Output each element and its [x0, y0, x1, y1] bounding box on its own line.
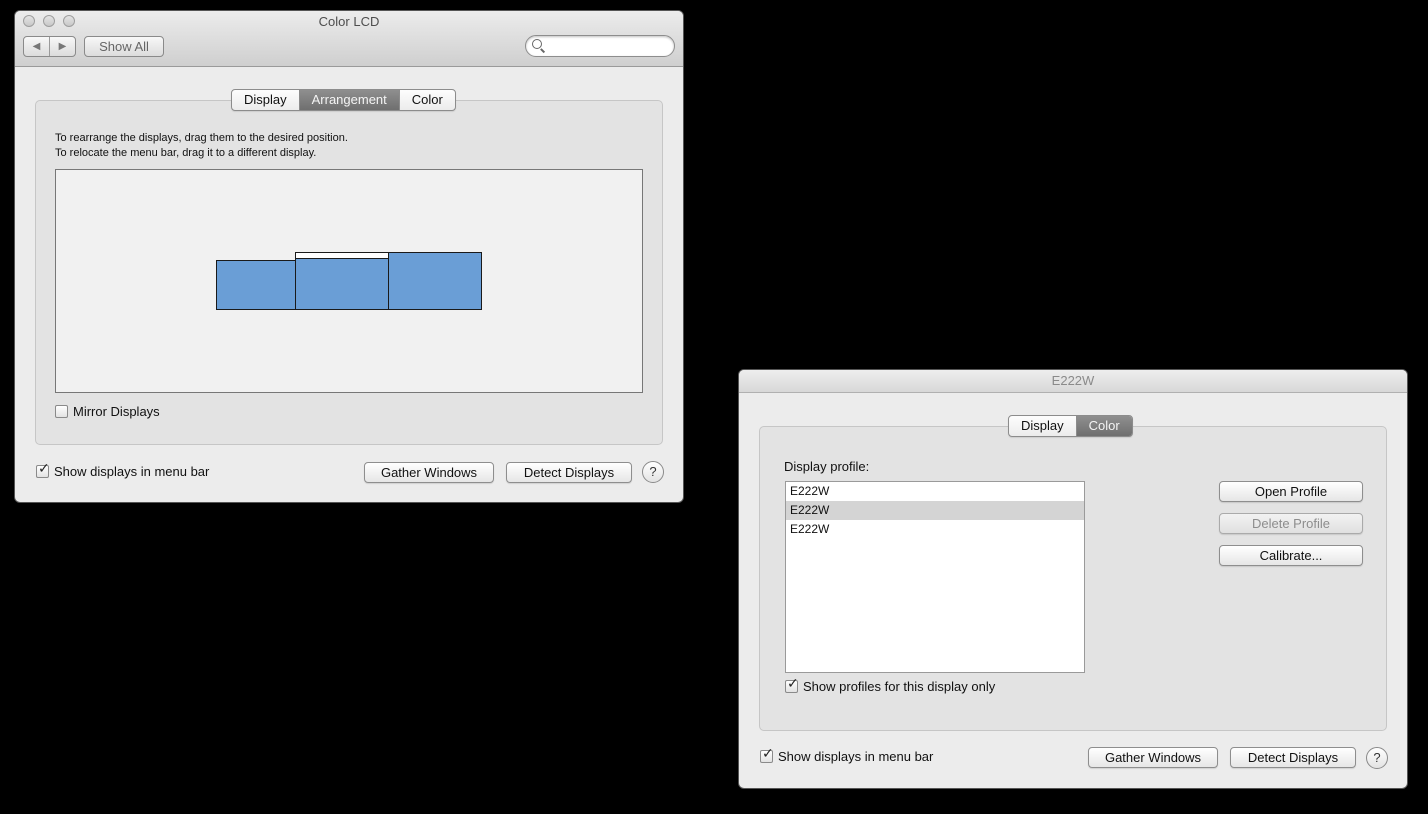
show-in-menu-bar-option[interactable]: Show displays in menu bar	[760, 746, 934, 764]
menu-bar-handle[interactable]	[296, 253, 388, 259]
show-in-menu-bar-checkbox[interactable]	[760, 746, 774, 763]
calibrate-button[interactable]: Calibrate...	[1219, 545, 1363, 566]
show-in-menu-bar-label: Show displays in menu bar	[54, 464, 210, 479]
titlebar[interactable]: E222W	[739, 370, 1407, 393]
titlebar[interactable]: Color LCD ◀ ▶ Show All	[15, 11, 683, 67]
display-arrangement-area	[55, 169, 643, 393]
profile-list[interactable]: E222W E222W E222W	[785, 481, 1085, 673]
color-lcd-window: Color LCD ◀ ▶ Show All Display Arrangeme…	[15, 11, 683, 502]
show-profiles-only-checkbox[interactable]	[785, 676, 799, 693]
tab-display[interactable]: Display	[1009, 416, 1076, 436]
close-window-button[interactable]	[23, 15, 35, 27]
window-title: E222W	[1051, 373, 1095, 388]
mirror-displays-label: Mirror Displays	[73, 404, 160, 419]
forward-arrow-icon[interactable]: ▶	[49, 37, 75, 56]
delete-profile-button[interactable]: Delete Profile	[1219, 513, 1363, 534]
back-arrow-icon[interactable]: ◀	[24, 37, 49, 56]
tab-color[interactable]: Color	[398, 90, 455, 110]
list-item[interactable]: E222W	[786, 520, 1084, 539]
list-item[interactable]: E222W	[786, 501, 1084, 520]
display-left[interactable]	[216, 260, 296, 310]
window-title: Color LCD	[318, 14, 380, 29]
show-all-button[interactable]: Show All	[84, 36, 164, 57]
window-controls	[23, 15, 75, 27]
display-main-with-menubar[interactable]	[295, 252, 389, 310]
tab-bar: Display Color	[1008, 415, 1133, 437]
display-right[interactable]	[388, 252, 482, 310]
show-in-menu-bar-option[interactable]: Show displays in menu bar	[36, 461, 210, 479]
show-profiles-only-label: Show profiles for this display only	[803, 679, 996, 694]
detect-displays-button[interactable]: Detect Displays	[506, 462, 632, 483]
arrangement-instructions: To rearrange the displays, drag them to …	[55, 131, 348, 161]
help-button[interactable]: ?	[1366, 747, 1388, 769]
back-forward-control: ◀ ▶	[23, 36, 76, 57]
help-button[interactable]: ?	[642, 461, 664, 483]
instruction-line: To relocate the menu bar, drag it to a d…	[55, 147, 317, 159]
tab-color[interactable]: Color	[1075, 416, 1132, 436]
detect-displays-button[interactable]: Detect Displays	[1230, 747, 1356, 768]
e222w-window: E222W Display Color Display profile: E22…	[739, 370, 1407, 788]
minimize-window-button[interactable]	[43, 15, 55, 27]
open-profile-button[interactable]: Open Profile	[1219, 481, 1363, 502]
search-field[interactable]	[525, 35, 675, 57]
show-profiles-only-option[interactable]: Show profiles for this display only	[785, 676, 996, 694]
instruction-line: To rearrange the displays, drag them to …	[55, 132, 348, 144]
mirror-displays-option[interactable]: Mirror Displays	[55, 404, 160, 419]
search-input[interactable]	[546, 38, 668, 54]
show-in-menu-bar-label: Show displays in menu bar	[778, 749, 934, 764]
tab-bar: Display Arrangement Color	[231, 89, 456, 111]
tab-arrangement[interactable]: Arrangement	[298, 90, 399, 110]
zoom-window-button[interactable]	[63, 15, 75, 27]
gather-windows-button[interactable]: Gather Windows	[364, 462, 494, 483]
gather-windows-button[interactable]: Gather Windows	[1088, 747, 1218, 768]
tab-display[interactable]: Display	[232, 90, 299, 110]
list-item[interactable]: E222W	[786, 482, 1084, 501]
mirror-displays-checkbox[interactable]	[55, 405, 68, 418]
display-profile-label: Display profile:	[784, 459, 870, 474]
search-icon	[532, 39, 542, 49]
show-in-menu-bar-checkbox[interactable]	[36, 461, 50, 478]
